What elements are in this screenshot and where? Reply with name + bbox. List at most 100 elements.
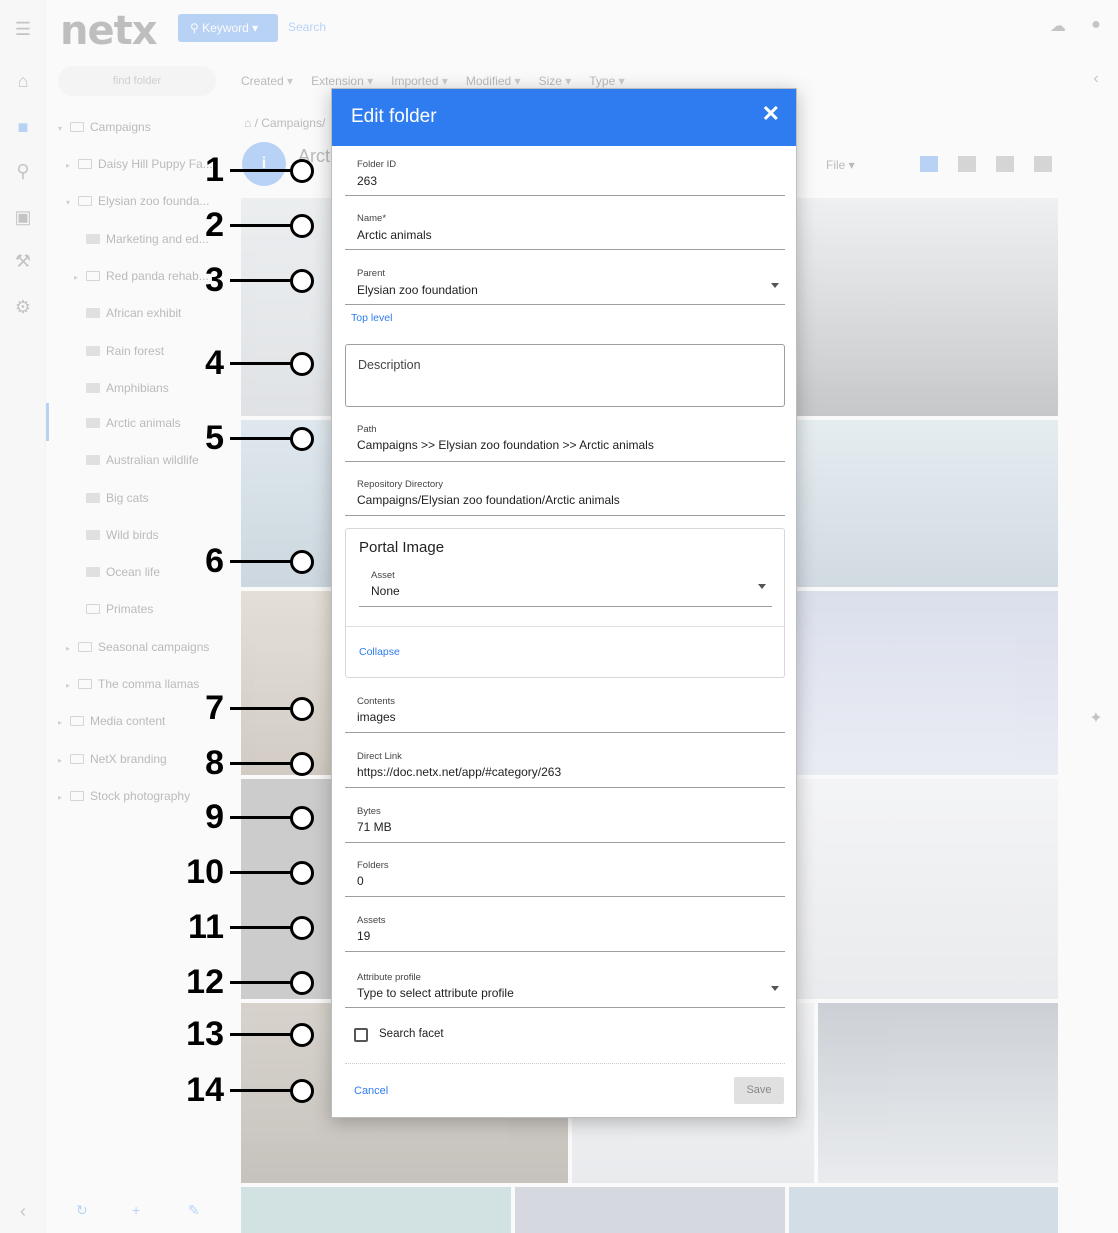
inbox-icon[interactable]: ▣	[12, 206, 34, 228]
callout-marker: 2	[160, 206, 320, 244]
folder-icon[interactable]: ■	[12, 116, 34, 138]
attribute-profile-select[interactable]: Attribute profile Type to select attribu…	[345, 959, 785, 1008]
field-value: Campaigns >> Elysian zoo foundation >> A…	[357, 438, 654, 452]
gear-icon[interactable]: ⚙	[12, 296, 34, 318]
menu-icon[interactable]: ☰	[12, 18, 34, 40]
tree-item[interactable]: Rain forest	[74, 344, 164, 358]
filter-modified[interactable]: Modified	[466, 74, 521, 88]
field-label: Parent	[357, 268, 385, 279]
cancel-button[interactable]: Cancel	[354, 1085, 388, 1097]
callout-marker: 4	[160, 344, 320, 382]
search-facet-label: Search facet	[379, 1028, 444, 1040]
field-label: Folders	[357, 860, 389, 871]
field-label: Path	[357, 424, 377, 435]
tree-item[interactable]: Wild birds	[74, 528, 159, 542]
save-button[interactable]: Save	[734, 1077, 784, 1104]
field-value: Arctic animals	[357, 228, 432, 242]
chevron-down-icon[interactable]	[771, 986, 779, 991]
cloud-upload-icon[interactable]: ☁	[1048, 16, 1068, 36]
tree-item[interactable]: ▸ NetX branding	[58, 752, 167, 766]
thumbnail[interactable]	[789, 1187, 1058, 1233]
thumbnail[interactable]	[241, 1187, 511, 1233]
sort-select[interactable]: File ▾	[826, 158, 855, 172]
keyword-search-mode-button[interactable]: ⚲ Keyword ▾	[178, 14, 278, 42]
tree-item[interactable]: ▾ Campaigns	[58, 120, 151, 134]
tree-item[interactable]: ▸ The comma llamas	[66, 677, 199, 691]
filter-size[interactable]: Size	[539, 74, 572, 88]
description-textarea[interactable]: Description	[345, 344, 785, 407]
preview-view-icon[interactable]	[996, 156, 1014, 172]
folder-id-field: Folder ID 263	[345, 147, 785, 196]
divider	[346, 626, 784, 627]
callout-marker: 14	[160, 1071, 320, 1109]
tree-item[interactable]: Ocean life	[74, 565, 160, 579]
thumbnail[interactable]	[818, 1003, 1058, 1183]
callout-marker: 11	[160, 908, 320, 946]
edit-icon[interactable]: ✎	[188, 1202, 200, 1219]
tree-item[interactable]: African exhibit	[74, 306, 181, 320]
parent-select[interactable]: Parent Elysian zoo foundation	[345, 256, 785, 305]
field-label: Assets	[357, 915, 386, 926]
chevron-down-icon[interactable]	[758, 584, 766, 589]
tree-item[interactable]: Amphibians	[74, 381, 169, 395]
callout-marker: 12	[160, 963, 320, 1001]
search-facet-checkbox[interactable]	[354, 1028, 368, 1042]
name-field[interactable]: Name* Arctic animals	[345, 201, 785, 250]
search-icon: ⚲	[190, 21, 203, 35]
tree-item[interactable]: ▾ Elysian zoo founda...	[66, 194, 209, 208]
tree-item[interactable]: Australian wildlife	[74, 453, 199, 467]
list-view-icon[interactable]	[1034, 156, 1052, 172]
field-value: images	[357, 710, 396, 724]
tile-view-icon[interactable]	[958, 156, 976, 172]
thumbnail[interactable]	[515, 1187, 785, 1233]
tree-item[interactable]: ▸ Seasonal campaigns	[66, 640, 209, 654]
portal-image-title: Portal Image	[359, 539, 445, 556]
collapse-link[interactable]: Collapse	[359, 646, 400, 658]
callout-marker: 7	[160, 689, 320, 727]
chevron-left-icon[interactable]: ‹	[1086, 70, 1106, 90]
thumbnail[interactable]	[797, 198, 1058, 416]
field-value: 19	[357, 929, 371, 943]
field-value: None	[371, 584, 400, 598]
thumbnail[interactable]	[797, 779, 1058, 999]
thumbnail[interactable]	[797, 591, 1058, 775]
grid-view-icon[interactable]	[920, 156, 938, 172]
field-value[interactable]: https://doc.netx.net/app/#category/263	[357, 765, 561, 779]
repository-directory-field: Repository Directory Campaigns/Elysian z…	[345, 468, 785, 516]
callout-marker: 13	[160, 1015, 320, 1053]
filter-created[interactable]: Created	[241, 74, 293, 88]
filter-extension[interactable]: Extension	[311, 74, 373, 88]
filter-type[interactable]: Type	[589, 74, 624, 88]
filter-imported[interactable]: Imported	[391, 74, 448, 88]
add-icon[interactable]: +	[132, 1202, 140, 1218]
left-rail: ☰ ⌂ ■ ⚲ ▣ ⚒ ⚙ ‹	[0, 0, 46, 1233]
folders-field: Folders 0	[345, 848, 785, 897]
portal-image-panel: Portal Image Asset None Collapse	[345, 528, 785, 678]
chevron-down-icon[interactable]	[771, 283, 779, 288]
search-icon[interactable]: ⚲	[12, 160, 34, 182]
thumbnail[interactable]	[241, 591, 333, 775]
chevron-left-icon[interactable]: ‹	[12, 1200, 34, 1222]
tree-item[interactable]: ▸ Media content	[58, 714, 165, 728]
home-icon[interactable]: ⌂	[244, 116, 255, 130]
field-value: 71 MB	[357, 820, 392, 834]
home-icon[interactable]: ⌂	[12, 70, 34, 92]
tree-item[interactable]: ▸ Stock photography	[58, 789, 190, 803]
field-value: Type to select attribute profile	[357, 986, 514, 1000]
close-icon[interactable]: ✕	[762, 101, 780, 127]
hammer-icon[interactable]: ⚒	[12, 250, 34, 272]
search-input[interactable]: Search	[288, 20, 326, 34]
field-value: Elysian zoo foundation	[357, 283, 478, 297]
field-label: Contents	[357, 696, 396, 707]
tree-item[interactable]: Big cats	[74, 491, 149, 505]
thumbnail[interactable]	[797, 420, 1058, 587]
field-label: Name*	[357, 213, 387, 224]
refresh-icon[interactable]: ↻	[76, 1202, 88, 1219]
magic-wand-icon[interactable]: ✦	[1086, 708, 1106, 728]
find-folder-input[interactable]: find folder	[58, 66, 216, 96]
tree-item[interactable]: Primates	[74, 602, 153, 616]
callout-marker: 3	[160, 261, 320, 299]
top-level-link[interactable]: Top level	[351, 312, 392, 324]
asset-select[interactable]: Asset None	[359, 567, 772, 607]
user-icon[interactable]: ●	[1086, 16, 1106, 36]
